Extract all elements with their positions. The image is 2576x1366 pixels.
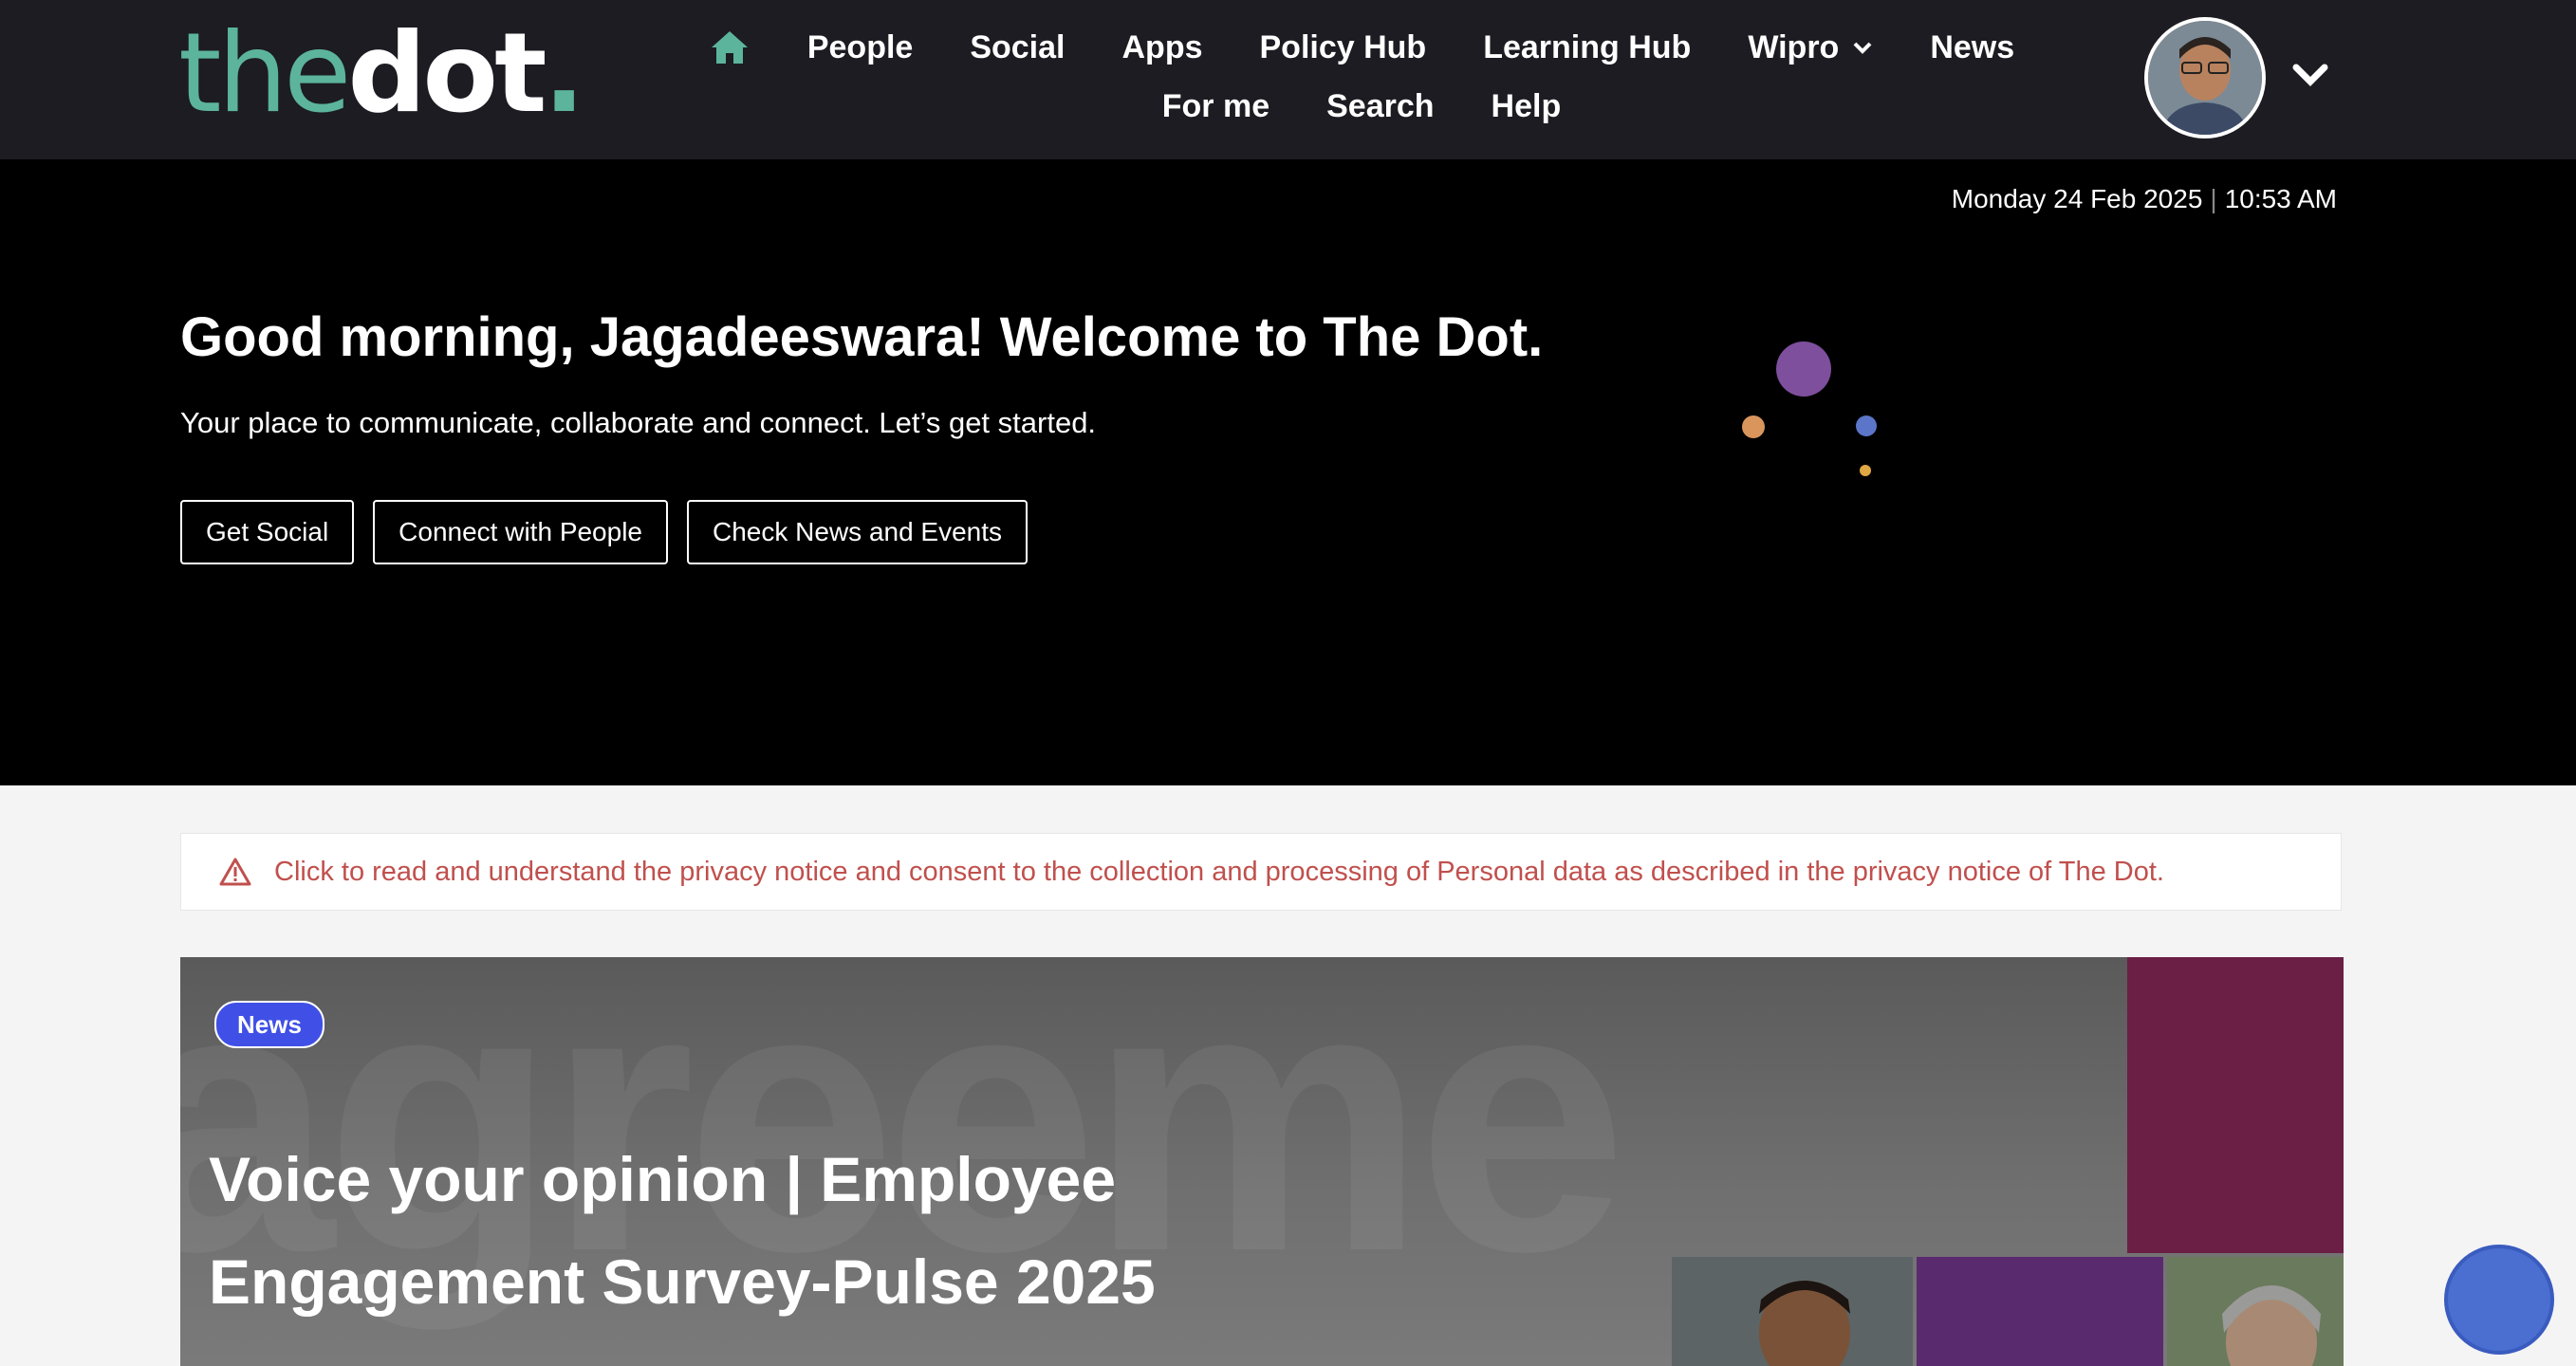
greeting-heading: Good morning, Jagadeeswara! Welcome to T… — [180, 306, 1544, 368]
top-navigation-bar: thedot. People Social Apps Policy Hub Le… — [0, 0, 2576, 159]
banner-color-block — [2127, 957, 2344, 1253]
news-category-badge[interactable]: News — [214, 1001, 324, 1048]
current-date: Monday 24 Feb 2025 — [1951, 184, 2203, 213]
featured-news-title-line1: Voice your opinion | Employee — [209, 1144, 1117, 1214]
get-social-button[interactable]: Get Social — [180, 500, 355, 564]
privacy-notice-text: Click to read and understand the privacy… — [274, 856, 2164, 887]
featured-news-title-line2: Engagement Survey-Pulse 2025 — [209, 1246, 1156, 1317]
chat-assistant-button[interactable] — [2444, 1245, 2554, 1355]
banner-photo — [1672, 1257, 1913, 1366]
greeting-tagline: Your place to communicate, collaborate a… — [180, 406, 1097, 439]
warning-icon — [219, 858, 251, 886]
main-nav: People Social Apps Policy Hub Learning H… — [621, 21, 2102, 133]
home-icon — [711, 31, 748, 64]
nav-home[interactable] — [680, 21, 779, 74]
hero-actions: Get Social Connect with People Check New… — [180, 500, 1029, 564]
connect-with-people-button[interactable]: Connect with People — [373, 500, 668, 564]
nav-people[interactable]: People — [779, 21, 941, 74]
decorative-dot-purple — [1776, 342, 1831, 397]
banner-photo — [2167, 1257, 2344, 1366]
nav-wipro-label: Wipro — [1748, 29, 1840, 65]
featured-news-banner[interactable]: agreeme News Voice your opinion | Employ… — [180, 957, 2344, 1366]
nav-apps[interactable]: Apps — [1094, 21, 1232, 74]
current-time: 10:53 AM — [2224, 184, 2337, 213]
chevron-down-icon — [1853, 42, 1872, 54]
date-time: Monday 24 Feb 2025 | 10:53 AM — [1951, 184, 2337, 213]
nav-policy-hub[interactable]: Policy Hub — [1232, 21, 1455, 74]
decorative-dot-yellow — [1860, 465, 1871, 476]
nav-news[interactable]: News — [1901, 21, 2043, 74]
privacy-notice-banner[interactable]: Click to read and understand the privacy… — [180, 833, 2342, 911]
decorative-dot-orange — [1742, 415, 1765, 438]
user-avatar[interactable] — [2144, 17, 2266, 138]
avatar-image — [2148, 21, 2262, 135]
nav-help[interactable]: Help — [1463, 80, 1590, 133]
decorative-dot-blue — [1856, 415, 1877, 436]
nav-wipro[interactable]: Wipro — [1719, 21, 1901, 74]
check-news-events-button[interactable]: Check News and Events — [687, 500, 1029, 564]
nav-social[interactable]: Social — [941, 21, 1093, 74]
welcome-hero: Monday 24 Feb 2025 | 10:53 AM Good morning… — [0, 159, 2576, 785]
user-menu-chevron-icon[interactable] — [2291, 61, 2329, 89]
nav-for-me[interactable]: For me — [1134, 80, 1298, 133]
banner-color-block-purple — [1917, 1257, 2163, 1366]
nav-learning-hub[interactable]: Learning Hub — [1455, 21, 1719, 74]
nav-search[interactable]: Search — [1298, 80, 1462, 133]
thedot-logo[interactable]: thedot. — [178, 17, 585, 131]
featured-news-title[interactable]: Voice your opinion | Employee Engagement… — [209, 1128, 1347, 1333]
